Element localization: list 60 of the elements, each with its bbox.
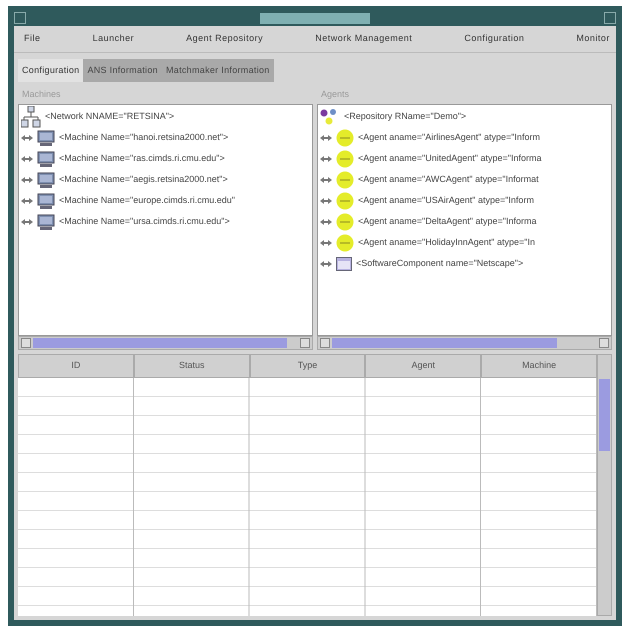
- menu-item[interactable]: Configuration: [464, 32, 524, 46]
- agent-face-icon: [336, 192, 354, 210]
- expand-arrow-icon: [320, 154, 332, 162]
- tree-item[interactable]: <Agent aname="UnitedAgent" atype="Informa: [358, 152, 542, 166]
- tree-item[interactable]: <Agent aname="USAirAgent" atype="Inform: [358, 194, 534, 208]
- expand-arrow-icon: [320, 176, 332, 184]
- menu-item[interactable]: Launcher: [92, 32, 134, 46]
- tree-item[interactable]: <Machine Name="ras.cimds.ri.cmu.edu">: [59, 152, 225, 166]
- tree-item[interactable]: <Repository RName="Demo">: [344, 110, 466, 124]
- expand-arrow-icon: [21, 196, 33, 204]
- expand-arrow-icon: [320, 218, 332, 226]
- menu-item[interactable]: Monitor: [576, 32, 610, 46]
- agent-face-icon: [336, 150, 354, 168]
- tree-item[interactable]: <Agent aname="AWCAgent" atype="Informat: [358, 172, 539, 186]
- panel-title: Machines: [21, 88, 62, 101]
- column-header[interactable]: Type: [250, 354, 366, 378]
- panel-title: Agents: [320, 88, 350, 101]
- menu-item[interactable]: Network Management: [315, 32, 412, 46]
- agent-face-icon: [336, 128, 354, 146]
- column-header[interactable]: Status: [134, 354, 250, 378]
- tree-item[interactable]: <Machine Name="hanoi.retsina2000.net">: [59, 130, 228, 144]
- tree-item[interactable]: <SoftwareComponent name="Netscape">: [356, 256, 524, 270]
- computer-icon: [37, 192, 55, 208]
- column-header[interactable]: Machine: [481, 354, 597, 378]
- vertical-scrollbar[interactable]: [597, 354, 612, 616]
- agent-face-icon: [336, 234, 354, 252]
- expand-arrow-icon: [320, 196, 332, 204]
- tree-item[interactable]: <Network NNAME="RETSINA">: [45, 110, 174, 124]
- column-header[interactable]: ID: [18, 354, 134, 378]
- horizontal-scrollbar[interactable]: [317, 336, 612, 350]
- network-icon: [21, 106, 41, 128]
- tree-item[interactable]: <Agent aname="AirlinesAgent" atype="Inform: [358, 130, 540, 144]
- tree-item[interactable]: <Agent aname="HolidayInnAgent" atype="In: [358, 236, 535, 250]
- expand-arrow-icon: [320, 238, 332, 246]
- horizontal-scrollbar[interactable]: [18, 336, 313, 350]
- computer-icon: [37, 214, 55, 230]
- computer-icon: [37, 130, 55, 146]
- window-menu-button[interactable]: [14, 12, 26, 24]
- window-icon: [336, 256, 352, 270]
- expand-arrow-icon: [21, 134, 33, 142]
- expand-arrow-icon: [21, 176, 33, 184]
- computer-icon: [37, 172, 55, 188]
- tree-item[interactable]: <Machine Name="ursa.cimds.ri.cmu.edu">: [59, 214, 230, 228]
- agent-face-icon: [336, 170, 354, 188]
- column-header[interactable]: Agent: [365, 354, 482, 378]
- menu-item[interactable]: File: [24, 32, 41, 46]
- expand-arrow-icon: [320, 260, 332, 268]
- computer-icon: [37, 150, 55, 166]
- maximize-button[interactable]: [604, 12, 616, 24]
- expand-arrow-icon: [21, 218, 33, 226]
- tab[interactable]: Matchmaker Information: [162, 58, 274, 82]
- tab[interactable]: Configuration: [18, 58, 84, 82]
- agent-face-icon: [336, 212, 354, 230]
- menu-item[interactable]: Agent Repository: [186, 32, 264, 46]
- tree-item[interactable]: <Agent aname="DeltaAgent" atype="Informa: [358, 214, 536, 228]
- expand-arrow-icon: [21, 154, 33, 162]
- tree-item[interactable]: <Machine Name="aegis.retsina2000.net">: [59, 172, 228, 186]
- tab[interactable]: ANS Information: [83, 58, 162, 82]
- tree-item[interactable]: <Machine Name="europe.cimds.ri.cmu.edu": [59, 194, 235, 208]
- expand-arrow-icon: [320, 134, 332, 142]
